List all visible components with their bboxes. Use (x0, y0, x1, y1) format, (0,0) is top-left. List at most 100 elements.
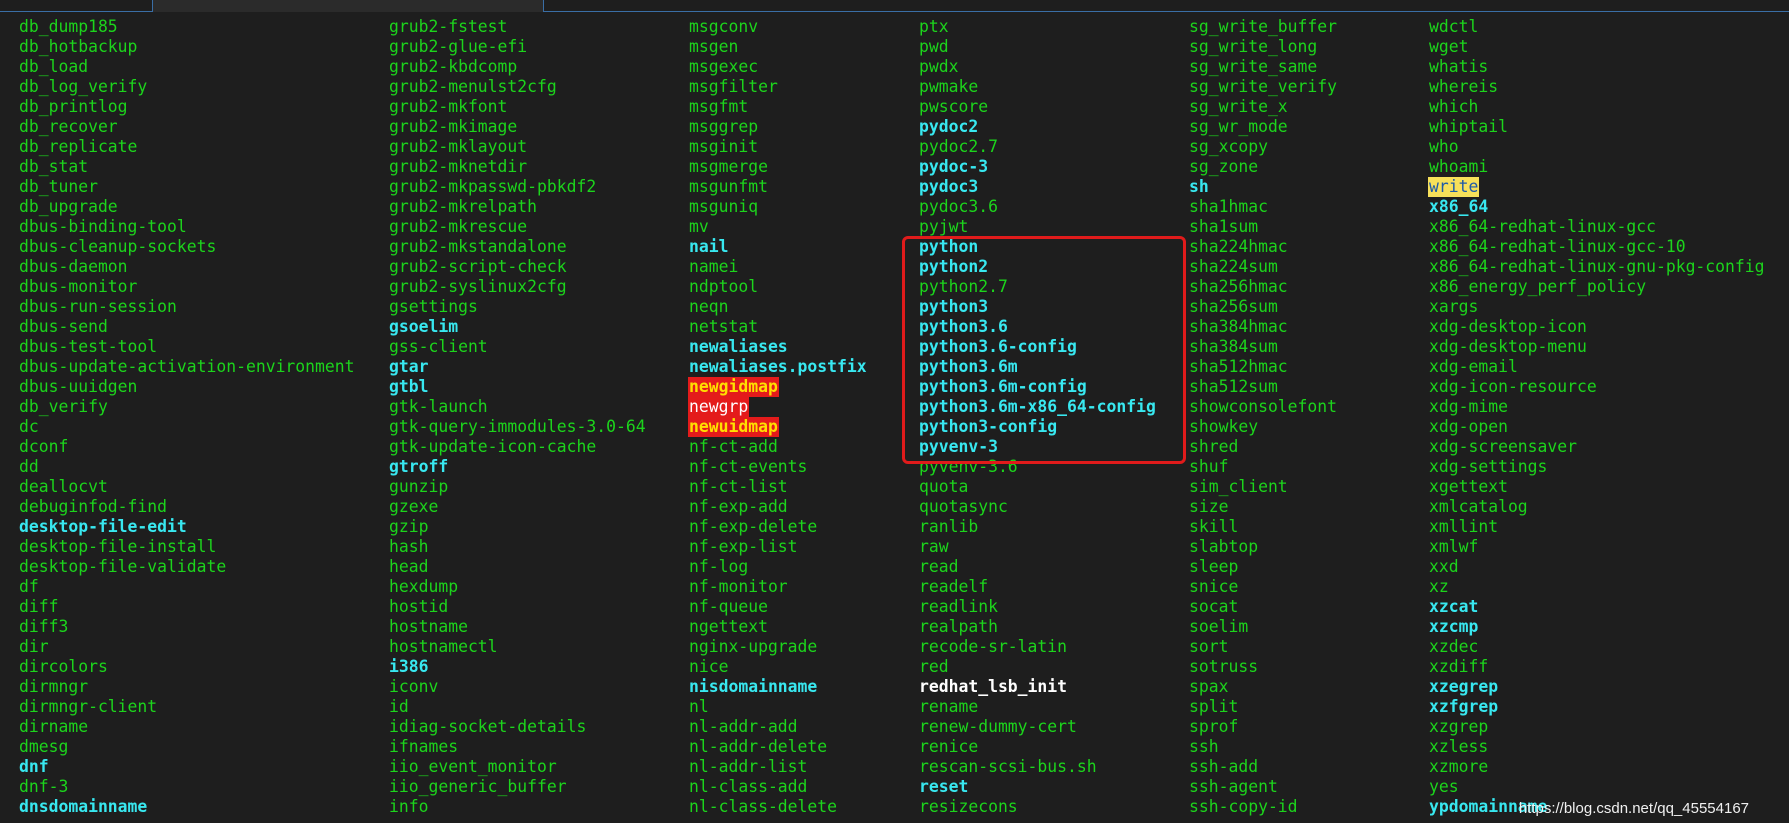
file-name: grub2-mkrescue (389, 217, 528, 236)
file-entry: diff (18, 597, 356, 617)
file-entry: pydoc-3 (918, 157, 1157, 177)
file-name: gtar (389, 357, 429, 376)
file-name: ndptool (689, 277, 759, 296)
file-entry: msgexec (688, 57, 868, 77)
file-name: sha512hmac (1189, 357, 1288, 376)
file-name: nginx-upgrade (689, 637, 818, 656)
file-entry: x86_64 (1428, 197, 1766, 217)
file-entry: sg_write_verify (1188, 77, 1338, 97)
file-entry: db_hotbackup (18, 37, 356, 57)
file-name: newgrp (688, 397, 750, 417)
file-entry: dc (18, 417, 356, 437)
file-entry: desktop-file-edit (18, 517, 356, 537)
file-entry: grub2-mkrelpath (388, 197, 647, 217)
file-entry: sg_write_x (1188, 97, 1338, 117)
file-entry: xdg-desktop-icon (1428, 317, 1766, 337)
file-entry: dbus-daemon (18, 257, 356, 277)
file-entry: pyjwt (918, 217, 1157, 237)
file-entry: xmlcatalog (1428, 497, 1766, 517)
file-entry: showkey (1188, 417, 1338, 437)
file-entry: nisdomainname (688, 677, 868, 697)
file-name: size (1189, 497, 1229, 516)
file-entry: xdg-screensaver (1428, 437, 1766, 457)
file-entry: db_printlog (18, 97, 356, 117)
file-name: nl-addr-add (689, 717, 798, 736)
file-name: msguniq (689, 197, 759, 216)
file-name: xargs (1429, 297, 1479, 316)
file-name: nf-log (689, 557, 749, 576)
file-entry: hostname (388, 617, 647, 637)
file-entry: sha1hmac (1188, 197, 1338, 217)
file-entry: dirmngr-client (18, 697, 356, 717)
file-entry: gtk-update-icon-cache (388, 437, 647, 457)
file-name: wdctl (1429, 17, 1479, 36)
file-entry: grub2-mkimage (388, 117, 647, 137)
file-name: dbus-monitor (19, 277, 138, 296)
terminal-tab[interactable] (152, 0, 544, 12)
file-entry: soelim (1188, 617, 1338, 637)
file-entry: sg_wr_mode (1188, 117, 1338, 137)
file-entry: sha384sum (1188, 337, 1338, 357)
file-name: snice (1189, 577, 1239, 596)
file-name: resizecons (919, 797, 1018, 816)
file-name: sg_write_buffer (1189, 17, 1338, 36)
terminal-tab-bar (0, 0, 1789, 12)
file-entry: grub2-syslinux2cfg (388, 277, 647, 297)
file-name: spax (1189, 677, 1229, 696)
file-name: sha384sum (1189, 337, 1278, 356)
file-entry: ranlib (918, 517, 1157, 537)
file-entry: nf-log (688, 557, 868, 577)
file-name: ptx (919, 17, 949, 36)
file-name: hash (389, 537, 429, 556)
file-name: nf-ct-events (689, 457, 808, 476)
file-entry: rename (918, 697, 1157, 717)
file-name: xdg-icon-resource (1429, 377, 1597, 396)
file-entry: nf-exp-list (688, 537, 868, 557)
file-name: msgunfmt (689, 177, 768, 196)
file-entry: gtk-launch (388, 397, 647, 417)
file-entry: db_upgrade (18, 197, 356, 217)
file-entry: xdg-email (1428, 357, 1766, 377)
file-name: xzfgrep (1429, 697, 1499, 716)
file-name: dnf (19, 757, 49, 776)
file-name: dbus-binding-tool (19, 217, 187, 236)
file-name: pydoc-3 (919, 157, 989, 176)
file-entry: split (1188, 697, 1338, 717)
file-name: red (919, 657, 949, 676)
file-name: pwscore (919, 97, 989, 116)
file-name: xmllint (1429, 517, 1499, 536)
file-entry: grub2-mklayout (388, 137, 647, 157)
file-name: msgconv (689, 17, 759, 36)
file-entry: iconv (388, 677, 647, 697)
file-name: db_printlog (19, 97, 128, 116)
file-name: soelim (1189, 617, 1249, 636)
file-name: dir (19, 637, 49, 656)
file-name: write (1428, 177, 1480, 197)
file-entry: nl-addr-add (688, 717, 868, 737)
file-entry: sha1sum (1188, 217, 1338, 237)
file-name: recode-sr-latin (919, 637, 1068, 656)
file-name: gzexe (389, 497, 439, 516)
file-entry: dbus-cleanup-sockets (18, 237, 356, 257)
file-name: sha256sum (1189, 297, 1278, 316)
file-entry: dbus-send (18, 317, 356, 337)
file-entry: pwdx (918, 57, 1157, 77)
file-entry: sg_xcopy (1188, 137, 1338, 157)
file-entry: xdg-settings (1428, 457, 1766, 477)
file-name: read (919, 557, 959, 576)
listing-column-6: wdctl wget whatis whereis which whiptail who wh… (1428, 17, 1766, 817)
file-entry: nl (688, 697, 868, 717)
file-entry: grub2-mkfont (388, 97, 647, 117)
file-name: db_recover (19, 117, 118, 136)
file-name: dd (19, 457, 39, 476)
file-name: whatis (1429, 57, 1489, 76)
file-name: grub2-mkstandalone (389, 237, 567, 256)
file-name: rename (919, 697, 979, 716)
file-name: nl-class-add (689, 777, 808, 796)
listing-column-3: msgconv msgen msgexec msgfilter msgfmt msggre… (688, 17, 868, 817)
file-entry: nf-exp-add (688, 497, 868, 517)
file-name: db_hotbackup (19, 37, 138, 56)
file-name: sha256hmac (1189, 277, 1288, 296)
file-name: hostnamectl (389, 637, 498, 656)
file-name: sg_zone (1189, 157, 1259, 176)
